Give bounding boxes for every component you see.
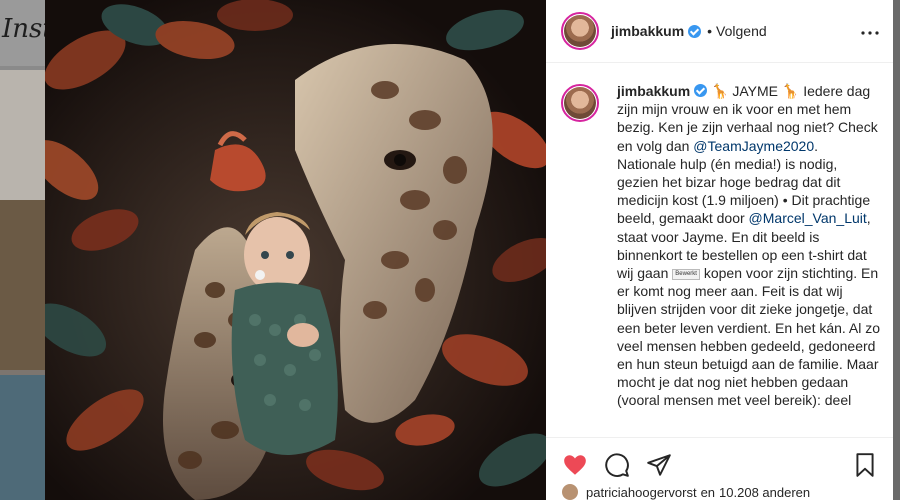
save-button[interactable] (852, 452, 878, 478)
giraffe-emoji: 🦒 (711, 83, 729, 99)
action-bar (546, 437, 893, 487)
caption-paragraph: kopen voor zijn stichting. En er komt no… (617, 265, 881, 409)
avatar-image (564, 15, 596, 47)
like-button[interactable] (562, 452, 588, 478)
caption-username[interactable]: jimbakkum (617, 83, 690, 99)
caption-text: jimbakkum 🦒 JAYME 🦒 Iedere dag zijn mijn… (617, 82, 881, 437)
bookmark-icon (856, 453, 874, 477)
post-artwork (45, 0, 546, 500)
paper-plane-icon (647, 454, 671, 476)
caption: jimbakkum 🦒 JAYME 🦒 Iedere dag zijn mijn… (561, 82, 881, 437)
verified-badge-icon (694, 84, 708, 97)
following-button[interactable]: Volgend (716, 23, 767, 39)
avatar[interactable] (561, 84, 599, 122)
background-edge (893, 0, 900, 500)
avatar[interactable] (562, 484, 578, 500)
background-thumb (0, 375, 45, 500)
username-link[interactable]: jimbakkum (611, 23, 684, 39)
background-thumb (0, 70, 45, 200)
share-button[interactable] (646, 452, 672, 478)
avatar-image (564, 87, 596, 119)
follow-separator: • (707, 23, 713, 39)
verified-badge-icon (688, 24, 702, 38)
tooltip: Bewerkt (672, 269, 700, 281)
background-thumb (0, 200, 45, 370)
likes-count-link[interactable]: 10.208 anderen (719, 485, 810, 500)
more-options-button[interactable] (861, 19, 879, 40)
mention-link[interactable]: @Marcel_Van_Luit (749, 210, 867, 226)
post-header: jimbakkum • Volgend (546, 0, 893, 63)
liked-by-username[interactable]: patriciahoogervorst (586, 485, 697, 500)
heart-filled-icon (564, 455, 586, 475)
caption-title: JAYME (732, 83, 778, 99)
avatar[interactable] (561, 12, 599, 50)
post-image[interactable] (45, 0, 546, 500)
liked-by-connector: en (700, 484, 716, 500)
ellipsis-icon (861, 31, 879, 35)
liked-by-row: patriciahoogervorst en 10.208 anderen (562, 484, 810, 500)
post-side-panel: jimbakkum • Volgend jimbakkum 🦒 JAYME 🦒 … (546, 0, 893, 500)
giraffe-emoji: 🦒 (781, 83, 800, 99)
comment-icon (605, 453, 629, 477)
mention-link[interactable]: @TeamJayme2020 (693, 138, 814, 154)
comment-button[interactable] (604, 452, 630, 478)
